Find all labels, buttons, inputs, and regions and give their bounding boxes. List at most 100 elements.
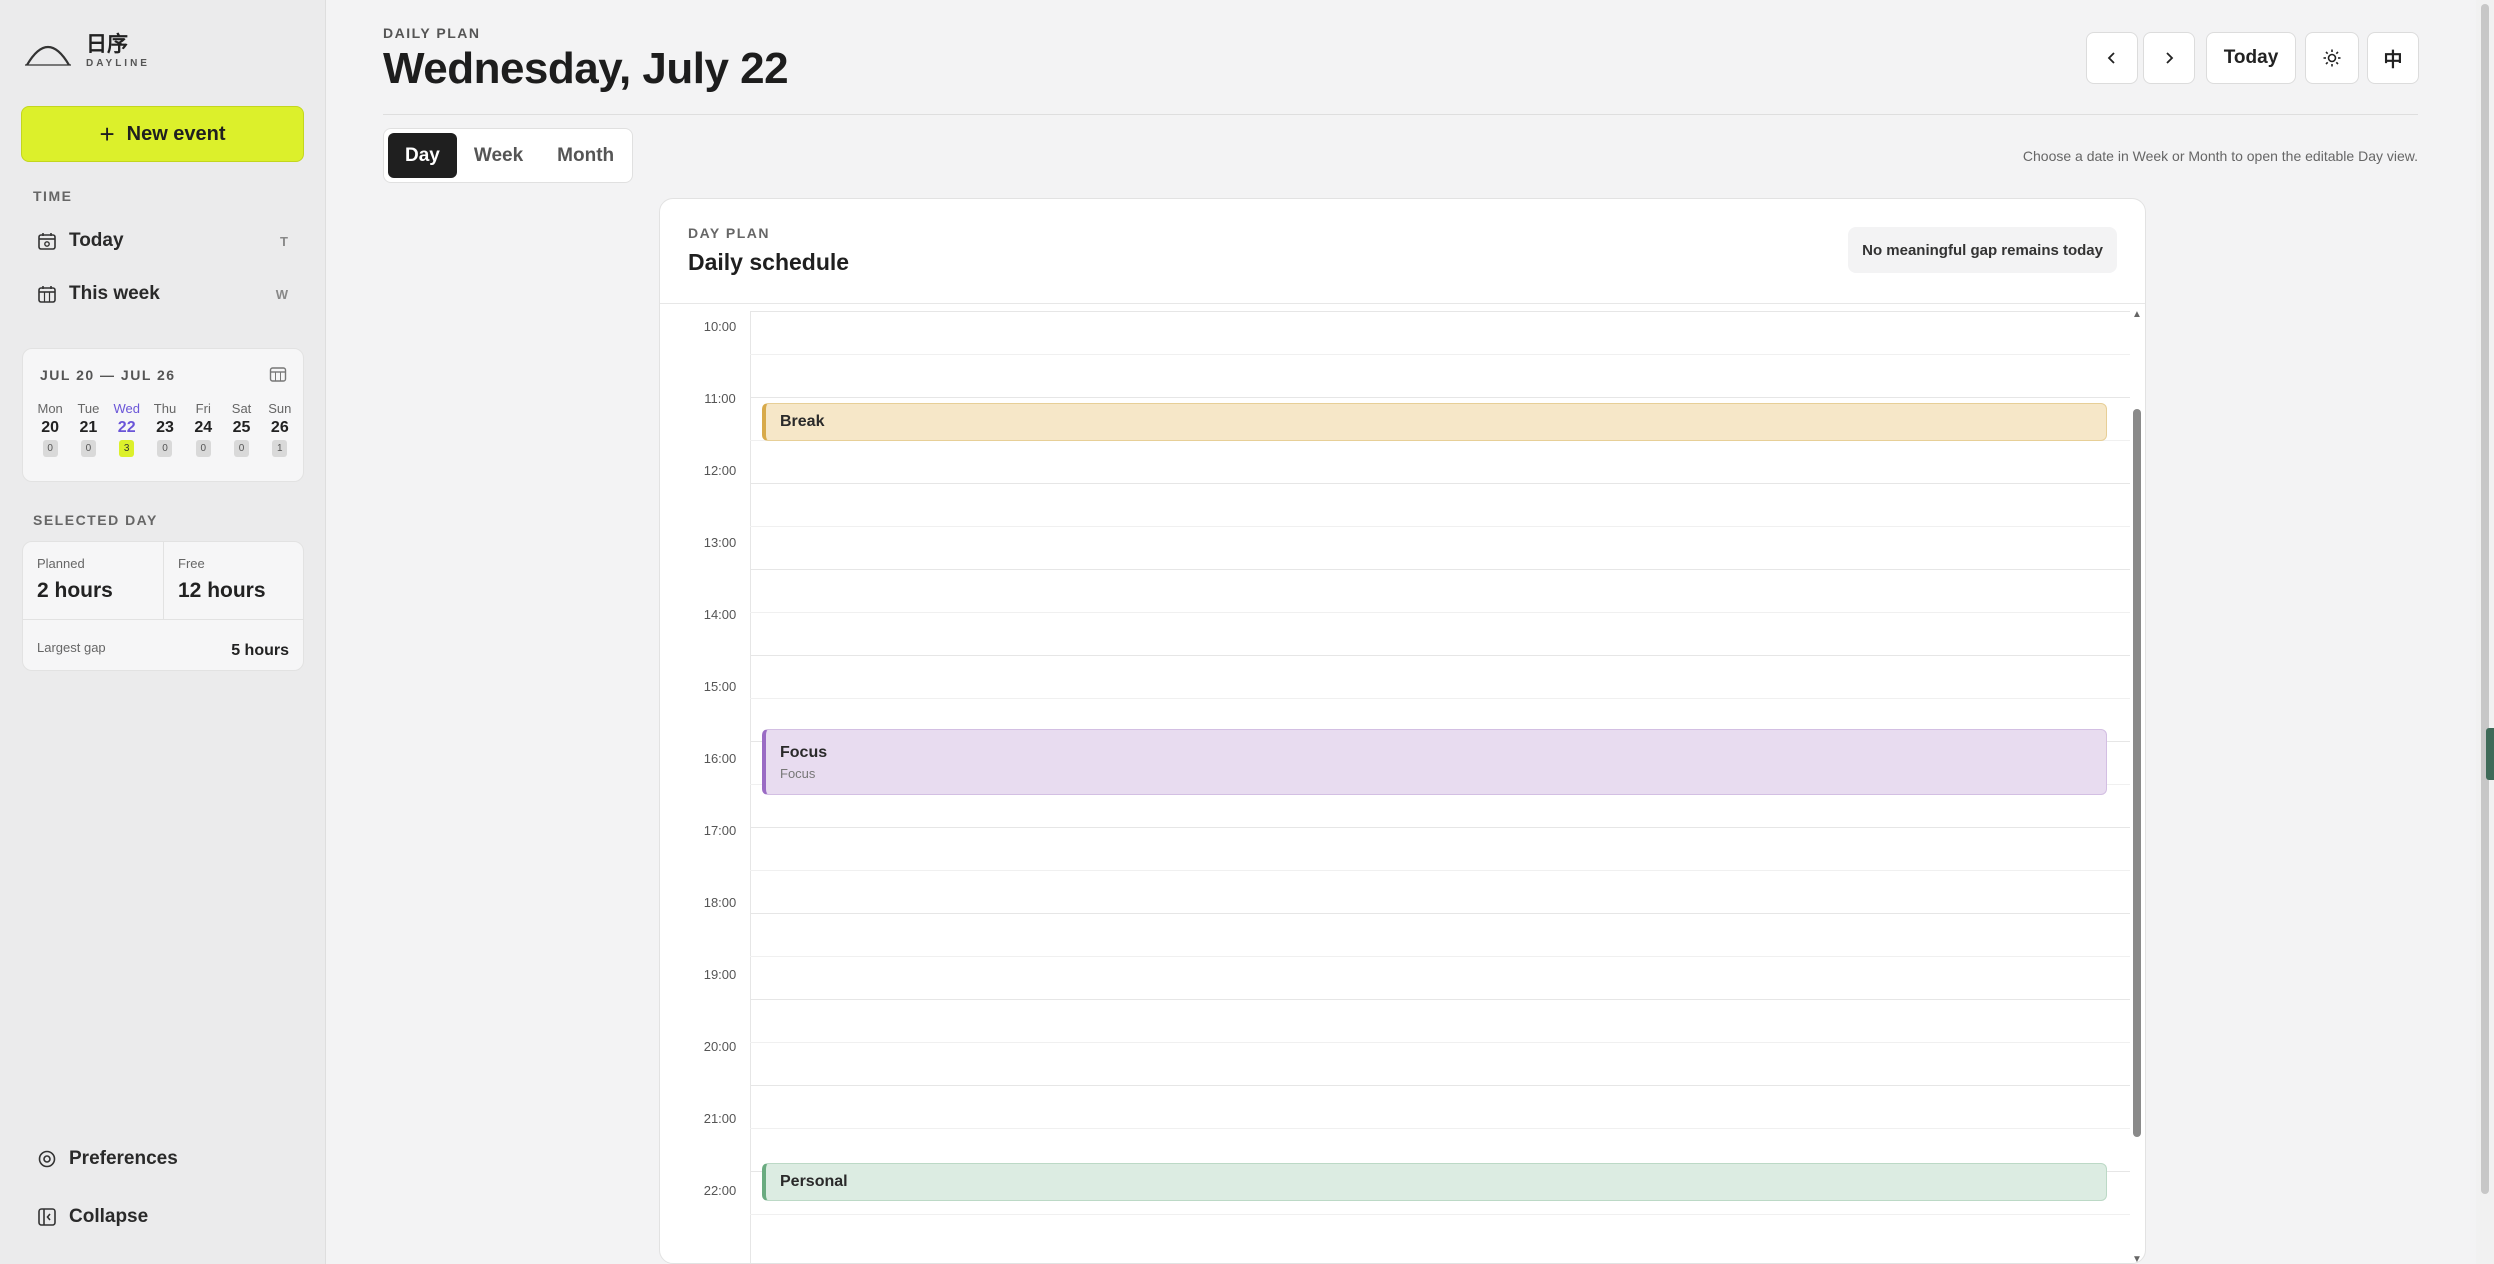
free-label: Free: [178, 556, 205, 571]
new-event-button[interactable]: + New event: [21, 106, 304, 162]
app-logo[interactable]: 日序 DAYLINE: [24, 34, 150, 69]
sidebar: 日序 DAYLINE + New event TIME Today T This…: [0, 0, 326, 1264]
card-eyebrow: DAY PLAN: [688, 225, 771, 241]
sidebar-item-this-week[interactable]: This week W: [21, 270, 304, 318]
collapse-button[interactable]: Collapse: [21, 1194, 304, 1240]
chevron-right-icon: [2166, 52, 2174, 64]
hour-label: 16:00: [703, 751, 737, 766]
timeline-axis: [750, 311, 751, 1263]
chevron-left-icon: [2107, 52, 2115, 64]
card-title: Daily schedule: [688, 249, 850, 275]
day-date: 20: [41, 419, 60, 436]
mini-day-wed[interactable]: Wed 22 3: [108, 401, 146, 457]
hour-line: [750, 311, 2130, 312]
selected-day-label: SELECTED DAY: [33, 512, 158, 528]
tab-week[interactable]: Week: [457, 133, 540, 178]
theme-toggle-button[interactable]: [2305, 32, 2359, 84]
mini-day-mon[interactable]: Mon 20 0: [31, 401, 69, 457]
hour-label: 17:00: [703, 823, 737, 838]
logo-arc-icon: [25, 45, 71, 66]
day-date: 25: [232, 419, 251, 436]
calendar-today-icon: [38, 233, 56, 250]
mini-day-tue[interactable]: Tue 21 0: [69, 401, 107, 457]
half-hour-line: [750, 526, 2130, 527]
mini-day-thu[interactable]: Thu 23 0: [146, 401, 184, 457]
hour-line: [750, 655, 2130, 656]
header-divider: [383, 114, 2418, 115]
language-toggle-button[interactable]: 中: [2367, 32, 2419, 84]
event-title: Break: [780, 413, 825, 430]
day-name: Wed: [113, 401, 140, 416]
day-stats-panel: Planned 2 hours Free 12 hours Largest ga…: [22, 541, 304, 671]
event-count-badge: 0: [42, 440, 58, 457]
half-hour-line: [750, 1214, 2130, 1215]
hour-label: 22:00: [703, 1183, 737, 1198]
gap-status-badge: No meaningful gap remains today: [1848, 227, 2117, 273]
hour-line: [750, 483, 2130, 484]
sidebar-collapse-icon: [38, 1208, 56, 1226]
edge-handle[interactable]: [2486, 728, 2494, 780]
event-count-badge: 0: [157, 440, 173, 457]
schedule-scrollbar[interactable]: ▲ ▼: [2129, 309, 2145, 1263]
plus-icon: +: [99, 119, 115, 149]
divider: [23, 619, 303, 620]
preferences-button[interactable]: Preferences: [21, 1136, 304, 1182]
previous-day-button[interactable]: [2086, 32, 2138, 84]
scrollbar-thumb[interactable]: [2133, 409, 2141, 1137]
day-name: Fri: [195, 401, 211, 416]
day-name: Mon: [37, 401, 63, 416]
main-content: DAILY PLAN Wednesday, July 22 Today 中 Da…: [326, 0, 2476, 1264]
mini-day-fri[interactable]: Fri 24 0: [184, 401, 222, 457]
hour-line: [750, 999, 2130, 1000]
mini-day-sun[interactable]: Sun 26 1: [261, 401, 299, 457]
largest-gap-row: Largest gap 5 hours: [37, 634, 289, 660]
tab-month[interactable]: Month: [540, 133, 631, 178]
shortcut-hint: T: [280, 233, 288, 249]
mini-week-range: JUL 20 — JUL 26: [40, 367, 176, 383]
event-count-badge: 0: [234, 440, 250, 457]
divider: [660, 303, 2145, 304]
scroll-up-arrow-icon[interactable]: ▲: [2132, 309, 2142, 320]
mini-day-sat[interactable]: Sat 25 0: [222, 401, 260, 457]
tab-day[interactable]: Day: [388, 133, 457, 178]
half-hour-line: [750, 956, 2130, 957]
half-hour-line: [750, 870, 2130, 871]
event-count-badge: 0: [80, 440, 96, 457]
today-button[interactable]: Today: [2206, 32, 2296, 84]
sidebar-item-today[interactable]: Today T: [21, 217, 304, 265]
hour-label: 10:00: [703, 319, 737, 334]
event-focus[interactable]: Focus Focus: [762, 729, 2107, 795]
event-break[interactable]: Break: [762, 403, 2107, 441]
sun-icon: [2323, 49, 2341, 67]
timeline-grid[interactable]: 10:00 11:00 12:00 13:00 14:00 15:00 16:0…: [660, 311, 2130, 1263]
event-count-badge: 3: [119, 440, 135, 457]
page-eyebrow: DAILY PLAN: [383, 25, 481, 41]
time-section-label: TIME: [33, 188, 73, 204]
half-hour-line: [750, 1042, 2130, 1043]
event-subtitle: Focus: [780, 766, 816, 781]
page-title: Wednesday, July 22: [383, 44, 789, 93]
day-schedule-card: DAY PLAN Daily schedule No meaningful ga…: [659, 198, 2146, 1264]
language-label: 中: [2383, 49, 2403, 71]
page-scrollbar-thumb[interactable]: [2481, 4, 2489, 1194]
preferences-label: Preferences: [69, 1148, 178, 1169]
hour-label: 13:00: [703, 535, 737, 550]
view-hint: Choose a date in Week or Month to open t…: [2022, 148, 2418, 164]
next-day-button[interactable]: [2143, 32, 2195, 84]
today-button-label: Today: [2223, 47, 2279, 68]
scroll-down-arrow-icon[interactable]: ▼: [2132, 1254, 2142, 1263]
half-hour-line: [750, 612, 2130, 613]
half-hour-line: [750, 1128, 2130, 1129]
app-subtitle: DAYLINE: [86, 58, 150, 69]
day-date: 22: [117, 419, 136, 436]
hour-line: [750, 827, 2130, 828]
hour-label: 18:00: [703, 895, 737, 910]
mini-week-calendar: JUL 20 — JUL 26 Mon 20 0 Tue 21 0 Wed 22…: [22, 348, 304, 482]
hour-label: 20:00: [703, 1039, 737, 1054]
page-scrollbar[interactable]: [2476, 0, 2494, 1264]
calendar-picker-icon[interactable]: [269, 365, 287, 383]
app-name: 日序: [86, 33, 128, 56]
day-date: 26: [270, 419, 289, 436]
calendar-week-icon: [38, 286, 56, 303]
event-personal[interactable]: Personal: [762, 1163, 2107, 1201]
